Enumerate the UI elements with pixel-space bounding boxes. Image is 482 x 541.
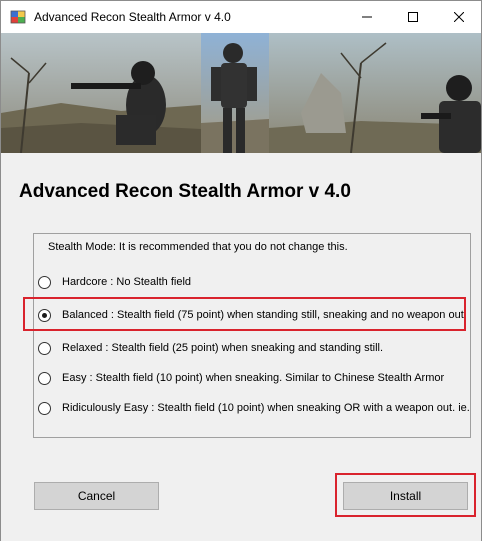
radio-relaxed[interactable] (38, 341, 51, 355)
installer-window: Advanced Recon Stealth Armor v 4.0 Advan… (0, 0, 482, 541)
main-content: Advanced Recon Stealth Armor v 4.0 Steal… (1, 153, 481, 541)
option-ridiculously-easy[interactable]: Ridiculously Easy : Stealth field (10 po… (38, 399, 471, 417)
banner-image (1, 33, 481, 153)
minimize-icon (362, 16, 372, 18)
option-hardcore[interactable]: Hardcore : No Stealth field (38, 273, 191, 291)
radio-balanced[interactable] (38, 308, 51, 322)
minimize-button[interactable] (344, 1, 390, 33)
option-balanced[interactable]: Balanced : Stealth field (75 point) when… (38, 306, 464, 324)
close-button[interactable] (436, 1, 482, 33)
close-icon (454, 12, 464, 22)
app-icon (10, 10, 26, 24)
option-ridiculously-easy-label: Ridiculously Easy : Stealth field (10 po… (62, 402, 471, 414)
option-hardcore-label: Hardcore : No Stealth field (62, 276, 192, 288)
option-relaxed-label: Relaxed : Stealth field (25 point) when … (62, 342, 384, 354)
option-easy[interactable]: Easy : Stealth field (10 point) when sne… (38, 369, 444, 387)
radio-easy[interactable] (38, 371, 51, 385)
maximize-button[interactable] (390, 1, 436, 33)
install-button[interactable]: Install (343, 482, 468, 510)
stealth-mode-group: Stealth Mode: It is recommended that you… (33, 233, 471, 438)
option-easy-label: Easy : Stealth field (10 point) when sne… (62, 372, 445, 384)
title-bar[interactable]: Advanced Recon Stealth Armor v 4.0 (1, 1, 481, 33)
window-title: Advanced Recon Stealth Armor v 4.0 (34, 10, 231, 24)
option-relaxed[interactable]: Relaxed : Stealth field (25 point) when … (38, 339, 383, 357)
cancel-button[interactable]: Cancel (34, 482, 159, 510)
radio-ridiculously-easy[interactable] (38, 401, 51, 415)
radio-hardcore[interactable] (38, 275, 51, 289)
page-title: Advanced Recon Stealth Armor v 4.0 (19, 181, 351, 202)
option-balanced-label: Balanced : Stealth field (75 point) when… (62, 309, 464, 321)
maximize-icon (408, 12, 418, 22)
stealth-mode-label: Stealth Mode: It is recommended that you… (48, 241, 348, 253)
